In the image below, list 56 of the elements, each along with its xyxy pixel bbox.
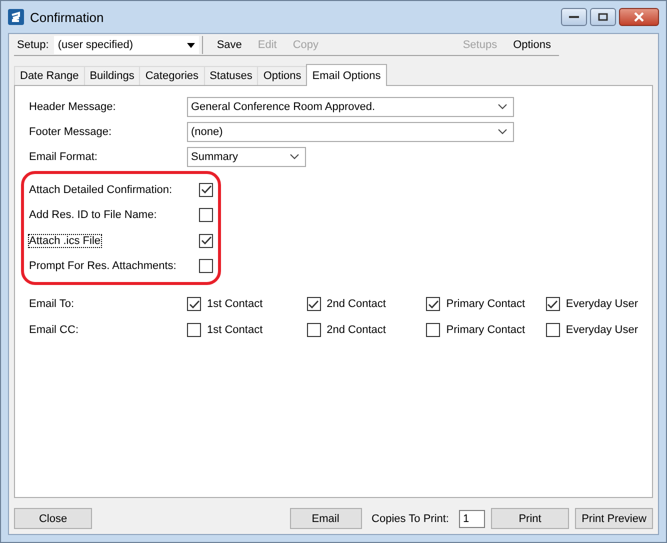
- field-label: Email CC:: [29, 324, 80, 336]
- checkbox-label: 1st Contact: [207, 324, 263, 336]
- checkbox[interactable]: [187, 323, 201, 337]
- print-preview-button[interactable]: Print Preview: [575, 508, 653, 529]
- field-label: Email Format:: [29, 150, 98, 162]
- checkbox[interactable]: [187, 297, 201, 311]
- checkbox[interactable]: [546, 297, 560, 311]
- email-button[interactable]: Email: [290, 508, 362, 529]
- field-label: Email To:: [29, 298, 76, 310]
- chevron-down-icon: [498, 128, 507, 134]
- dropdown-field[interactable]: (none): [187, 122, 514, 142]
- setup-label: Setup:: [17, 39, 49, 51]
- checkbox-label: Everyday User: [566, 324, 638, 336]
- option-label: Add Res. ID to File Name:: [29, 209, 157, 222]
- dropdown-field[interactable]: General Conference Room Approved.: [187, 96, 514, 116]
- checkbox[interactable]: [426, 297, 440, 311]
- toolbar-button[interactable]: Options: [505, 39, 559, 51]
- dropdown-field[interactable]: Summary: [187, 146, 306, 166]
- checkbox-label: 1st Contact: [207, 298, 263, 310]
- copies-label: Copies To Print:: [372, 512, 449, 524]
- checkbox[interactable]: [199, 234, 213, 248]
- checkbox[interactable]: [426, 323, 440, 337]
- toolbar-button[interactable]: Save: [208, 39, 250, 51]
- checkbox[interactable]: [199, 182, 213, 197]
- chevron-down-icon: [290, 154, 299, 160]
- close-dialog-button[interactable]: Close: [14, 508, 92, 529]
- window-title: Confirmation: [30, 10, 104, 24]
- maximize-icon: [598, 13, 608, 21]
- minimize-button[interactable]: [561, 8, 587, 26]
- checkbox[interactable]: [306, 323, 321, 337]
- checkbox-label: 2nd Contact: [326, 324, 386, 336]
- checkbox-label: Primary Contact: [446, 324, 526, 336]
- tab[interactable]: Date Range: [14, 66, 85, 85]
- field-label: Footer Message:: [29, 126, 113, 138]
- chevron-down-icon: [498, 104, 507, 110]
- option-label: Attach Detailed Confirmation:: [29, 184, 172, 196]
- app-logo-icon: [8, 9, 24, 25]
- checkbox-label: Everyday User: [566, 298, 638, 310]
- copies-input[interactable]: 1: [459, 510, 485, 528]
- option-label: Attach .ics File: [29, 234, 101, 247]
- checkbox[interactable]: [306, 297, 321, 311]
- checkbox[interactable]: [199, 259, 213, 274]
- close-button[interactable]: [619, 8, 659, 26]
- tab[interactable]: Email Options: [306, 64, 387, 86]
- setup-dropdown[interactable]: (user specified): [54, 36, 199, 54]
- field-label: Header Message:: [29, 100, 117, 112]
- dropdown-arrow-icon: [186, 42, 195, 48]
- checkbox[interactable]: [199, 208, 213, 222]
- option-label: Prompt For Res. Attachments:: [29, 260, 176, 272]
- maximize-button[interactable]: [590, 8, 616, 26]
- close-icon: [634, 12, 644, 22]
- checkbox-label: 2nd Contact: [326, 298, 386, 310]
- minimize-icon: [569, 15, 579, 19]
- checkbox[interactable]: [546, 323, 560, 337]
- print-button[interactable]: Print: [491, 508, 569, 529]
- checkbox-label: Primary Contact: [446, 298, 526, 310]
